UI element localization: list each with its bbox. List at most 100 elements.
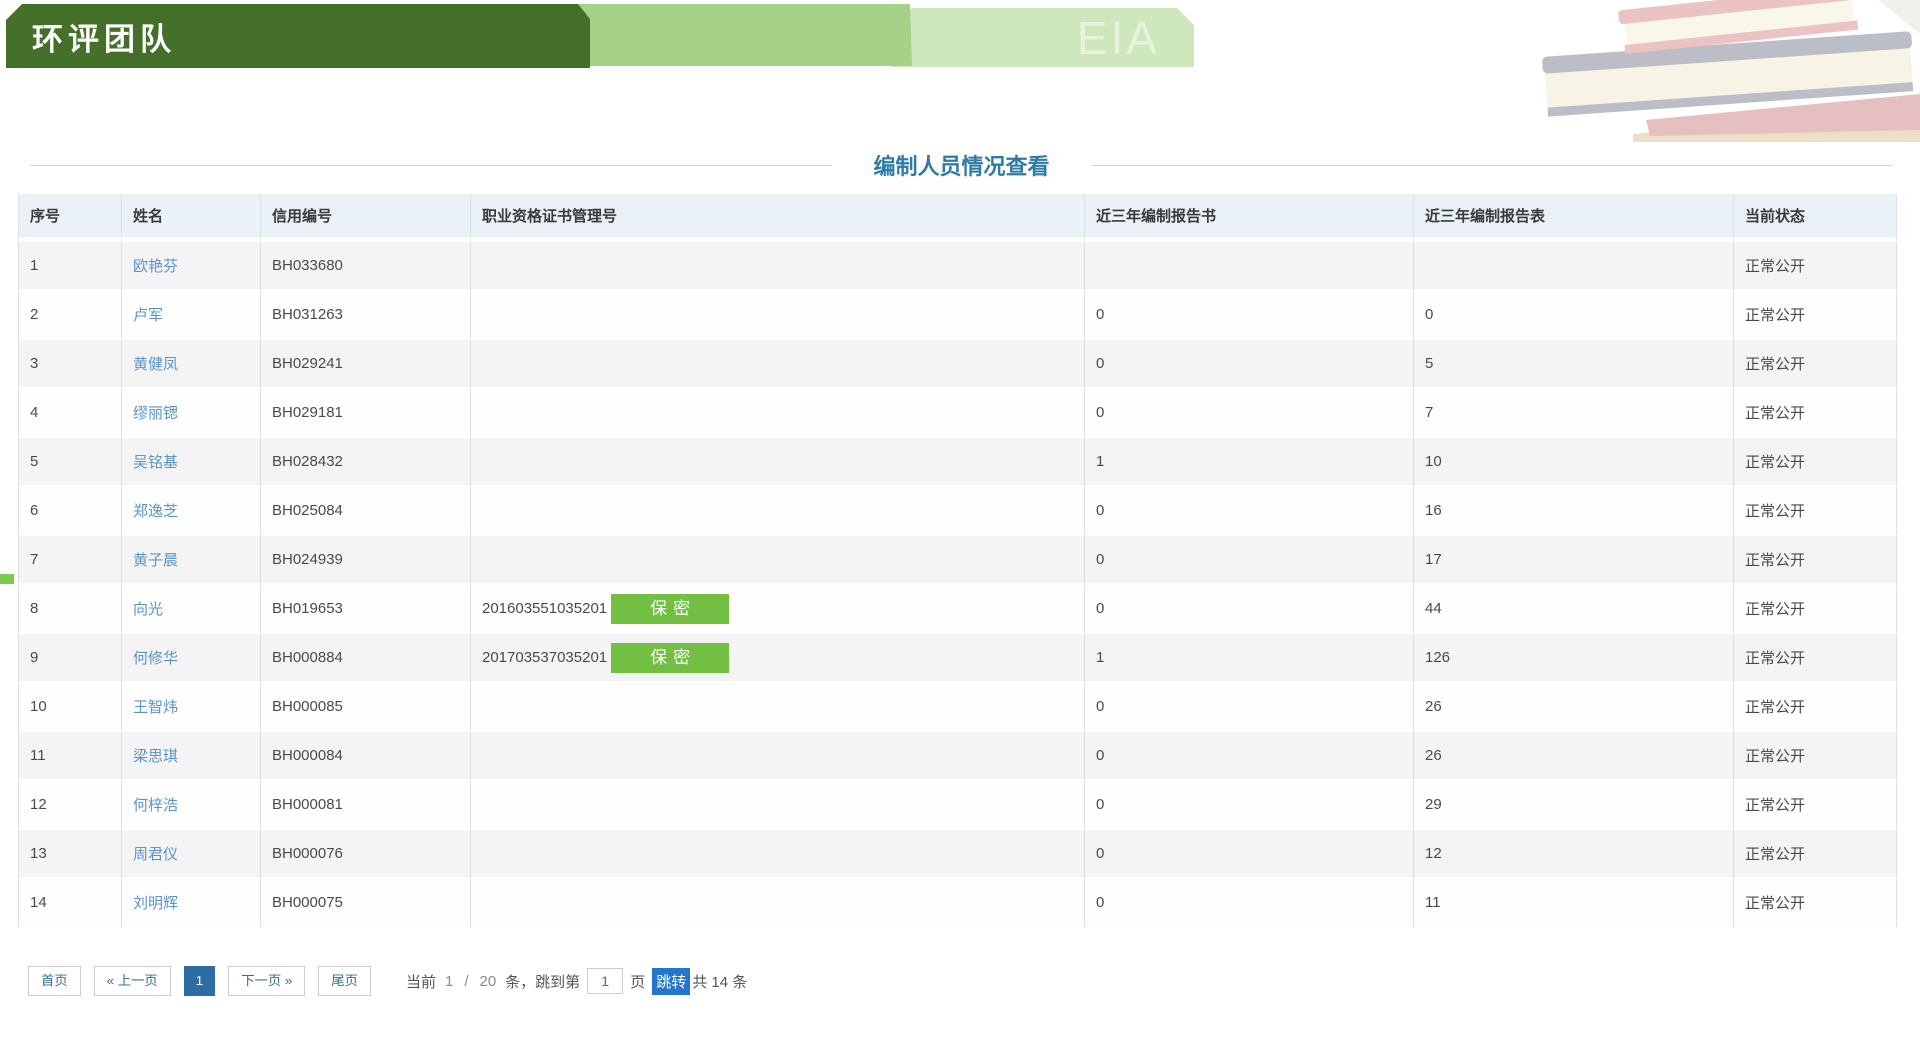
jump-suffix-label: 页 — [630, 973, 646, 991]
page-1-button[interactable]: 1 — [183, 966, 216, 996]
person-name-link[interactable]: 黄健凤 — [133, 356, 178, 373]
current-page-number: 1 — [444, 972, 454, 990]
edge-marker — [0, 574, 14, 584]
cell-cert-number — [471, 340, 1085, 389]
cell-forms-count: 16 — [1414, 487, 1734, 536]
confidential-badge: 保密 — [611, 593, 730, 624]
cell-name: 何梓浩 — [122, 781, 261, 830]
cell-name: 王智炜 — [122, 683, 261, 732]
column-header: 近三年编制报告表 — [1414, 194, 1734, 242]
page-separator: / — [464, 972, 469, 990]
cell-index: 2 — [18, 291, 122, 340]
table-row: 12 何梓浩 BH000081 0 29 正常公开 — [18, 781, 1897, 830]
cell-forms-count: 12 — [1414, 830, 1734, 879]
person-name-link[interactable]: 周君仪 — [133, 846, 178, 863]
page-size-number: 20 — [479, 972, 497, 990]
cell-cert-number — [471, 242, 1085, 291]
banner-segment-dark: 环评团队 — [6, 4, 590, 68]
personnel-table: 序号 姓名 信用编号 职业资格证书管理号 近三年编制报告书 近三年编制报告表 当前状态 1欧… — [18, 194, 1897, 928]
cell-status: 正常公开 — [1734, 781, 1897, 830]
table-row: 14 刘明辉 BH000075 0 11 正常公开 — [18, 879, 1897, 928]
cell-name: 向光 — [122, 585, 261, 634]
column-header: 当前状态 — [1734, 194, 1897, 242]
cell-credit-number: BH019653 — [261, 585, 471, 634]
cert-number-text: 201603551035201 — [482, 599, 608, 617]
cell-status: 正常公开 — [1734, 585, 1897, 634]
banner-segment-light: EIA — [892, 8, 1194, 67]
table-row: 7 黄子晨 BH024939 0 17 正常公开 — [18, 536, 1897, 585]
person-name-link[interactable]: 欧艳芬 — [133, 258, 178, 275]
current-label: 当前 — [405, 973, 436, 991]
person-name-link[interactable]: 王智炜 — [133, 699, 178, 716]
cell-reports-count: 0 — [1085, 830, 1414, 879]
person-name-link[interactable]: 吴铭基 — [133, 454, 178, 471]
cell-cert-number — [471, 732, 1085, 781]
cell-credit-number: BH029241 — [261, 340, 471, 389]
cell-reports-count: 0 — [1085, 683, 1414, 732]
table-body: 1 欧艳芬 BH033680 正常公开 2 卢军 BH031263 0 0 正常公开 3 黄健凤 BH0… — [18, 242, 1897, 928]
cell-index: 9 — [18, 634, 122, 683]
cell-name: 欧艳芬 — [122, 242, 261, 291]
cell-credit-number: BH000075 — [261, 879, 471, 928]
banner-segment-mid — [560, 4, 912, 66]
title-row: 编制人员情况查看 — [30, 150, 1894, 180]
person-name-link[interactable]: 刘明辉 — [133, 895, 178, 912]
cell-credit-number: BH000085 — [261, 683, 471, 732]
table-row: 11 梁思琪 BH000084 0 26 正常公开 — [18, 732, 1897, 781]
cell-forms-count: 7 — [1414, 389, 1734, 438]
cell-cert-number — [471, 389, 1085, 438]
books-image — [1538, 0, 1920, 142]
eia-watermark-label: EIA — [1076, 11, 1160, 64]
cell-reports-count: 0 — [1085, 487, 1414, 536]
cell-reports-count: 0 — [1085, 781, 1414, 830]
cell-status: 正常公开 — [1734, 830, 1897, 879]
cell-credit-number: BH025084 — [261, 487, 471, 536]
cell-forms-count: 26 — [1414, 732, 1734, 781]
table-row: 1 欧艳芬 BH033680 正常公开 — [18, 242, 1897, 291]
cell-credit-number: BH000081 — [261, 781, 471, 830]
cell-forms-count — [1414, 242, 1734, 291]
last-page-button[interactable]: 尾页 — [318, 966, 371, 996]
first-page-button[interactable]: 首页 — [28, 966, 81, 996]
person-name-link[interactable]: 缪丽锶 — [133, 405, 178, 422]
cell-cert-number — [471, 291, 1085, 340]
jump-prefix-label: 条，跳到第 — [505, 973, 581, 991]
cell-reports-count: 1 — [1085, 634, 1414, 683]
cell-name: 何修华 — [122, 634, 261, 683]
prev-page-button[interactable]: « 上一页 — [93, 966, 171, 996]
cell-reports-count — [1085, 242, 1414, 291]
cell-credit-number: BH000884 — [261, 634, 471, 683]
cell-reports-count: 0 — [1085, 291, 1414, 340]
jump-button[interactable]: 跳转 — [652, 967, 691, 995]
cell-name: 梁思琪 — [122, 732, 261, 781]
cell-forms-count: 11 — [1414, 879, 1734, 928]
person-name-link[interactable]: 黄子晨 — [133, 552, 178, 569]
cell-credit-number: BH024939 — [261, 536, 471, 585]
cell-forms-count: 26 — [1414, 683, 1734, 732]
cell-reports-count: 0 — [1085, 879, 1414, 928]
cell-reports-count: 1 — [1085, 438, 1414, 487]
cell-index: 4 — [18, 389, 122, 438]
person-name-link[interactable]: 何梓浩 — [133, 797, 178, 814]
cell-reports-count: 0 — [1085, 340, 1414, 389]
cell-reports-count: 0 — [1085, 732, 1414, 781]
column-header: 近三年编制报告书 — [1085, 194, 1414, 242]
team-title: 环评团队 — [32, 21, 176, 58]
cell-credit-number: BH033680 — [261, 242, 471, 291]
cell-forms-count: 126 — [1414, 634, 1734, 683]
person-name-link[interactable]: 梁思琪 — [133, 748, 178, 765]
person-name-link[interactable]: 卢军 — [133, 307, 163, 324]
title-rule-right — [1091, 164, 1894, 166]
table-row: 9 何修华 BH000884 201703537035201 保密 1 126 正常公开 — [18, 634, 1897, 683]
person-name-link[interactable]: 郑逸芝 — [133, 503, 178, 520]
cell-credit-number: BH029181 — [261, 389, 471, 438]
cell-name: 黄健凤 — [122, 340, 261, 389]
cell-reports-count: 0 — [1085, 585, 1414, 634]
cell-forms-count: 29 — [1414, 781, 1734, 830]
cert-number-text: 201703537035201 — [482, 648, 608, 666]
person-name-link[interactable]: 向光 — [133, 601, 163, 618]
person-name-link[interactable]: 何修华 — [133, 650, 178, 667]
cell-name: 郑逸芝 — [122, 487, 261, 536]
next-page-button[interactable]: 下一页 » — [228, 966, 306, 996]
jump-page-input[interactable] — [587, 968, 624, 994]
